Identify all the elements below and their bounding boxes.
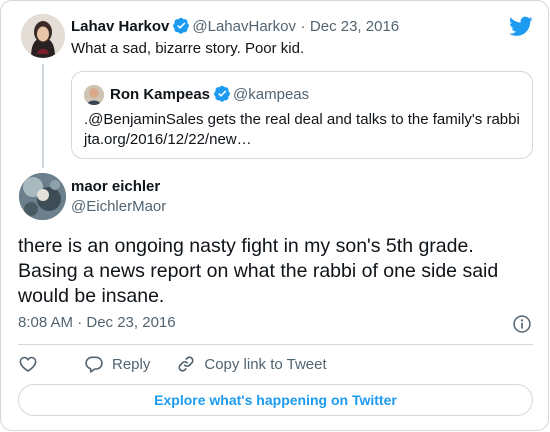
main-author-name[interactable]: maor eichler — [71, 177, 166, 197]
tweet-embed-card: Lahav Harkov @LahavHarkov · Dec 23, 2016 … — [0, 0, 549, 431]
main-tweet-text: there is an ongoing nasty fight in my so… — [18, 235, 499, 307]
parent-tweet-header: Lahav Harkov @LahavHarkov · Dec 23, 2016 — [71, 17, 399, 40]
verified-badge-icon — [214, 85, 231, 108]
quoted-tweet[interactable]: Ron Kampeas @kampeas .@BenjaminSales gets… — [71, 71, 533, 159]
info-icon[interactable] — [512, 314, 532, 339]
copy-link-label: Copy link to Tweet — [204, 355, 327, 373]
reply-icon — [85, 356, 103, 373]
avatar-lahav-harkov[interactable] — [21, 14, 65, 58]
parent-author-handle[interactable]: @LahavHarkov — [192, 18, 296, 35]
twitter-bird-icon[interactable] — [509, 15, 533, 42]
quoted-author-name: Ron Kampeas — [110, 86, 211, 103]
explore-twitter-button[interactable]: Explore what's happening on Twitter — [18, 384, 533, 416]
parent-separator: · — [300, 18, 306, 35]
tweet-actions: Reply Copy link to Tweet — [18, 353, 327, 375]
quoted-author-handle: @kampeas — [233, 86, 310, 103]
avatar-maor-eichler[interactable] — [19, 173, 66, 220]
parent-date[interactable]: Dec 23, 2016 — [310, 18, 399, 35]
parent-tweet-text: What a sad, bizarre story. Poor kid. — [71, 40, 305, 57]
divider — [18, 344, 533, 345]
reply-button[interactable]: Reply — [84, 354, 150, 374]
avatar-ron-kampeas — [84, 85, 104, 105]
link-icon — [178, 356, 194, 372]
like-button[interactable] — [18, 354, 46, 374]
verified-badge-icon — [173, 17, 190, 40]
reply-label: Reply — [112, 355, 151, 373]
quoted-tweet-header: Ron Kampeas @kampeas — [110, 85, 309, 108]
parent-author-name[interactable]: Lahav Harkov — [71, 18, 169, 35]
copy-link-button[interactable]: Copy link to Tweet — [176, 354, 327, 374]
quoted-text-line1: .@BenjaminSales gets the real deal and t… — [84, 111, 520, 128]
thread-connector-line — [42, 64, 44, 168]
quoted-tweet-text: .@BenjaminSales gets the real deal and t… — [84, 110, 524, 150]
main-tweet-timestamp[interactable]: 8:08 AM · Dec 23, 2016 — [18, 313, 176, 333]
main-author-handle[interactable]: @EichlerMaor — [71, 197, 166, 217]
main-tweet-header: maor eichler @EichlerMaor — [71, 177, 166, 217]
quoted-text-line2: jta.org/2016/12/22/new… — [84, 131, 252, 148]
heart-icon — [19, 356, 37, 372]
